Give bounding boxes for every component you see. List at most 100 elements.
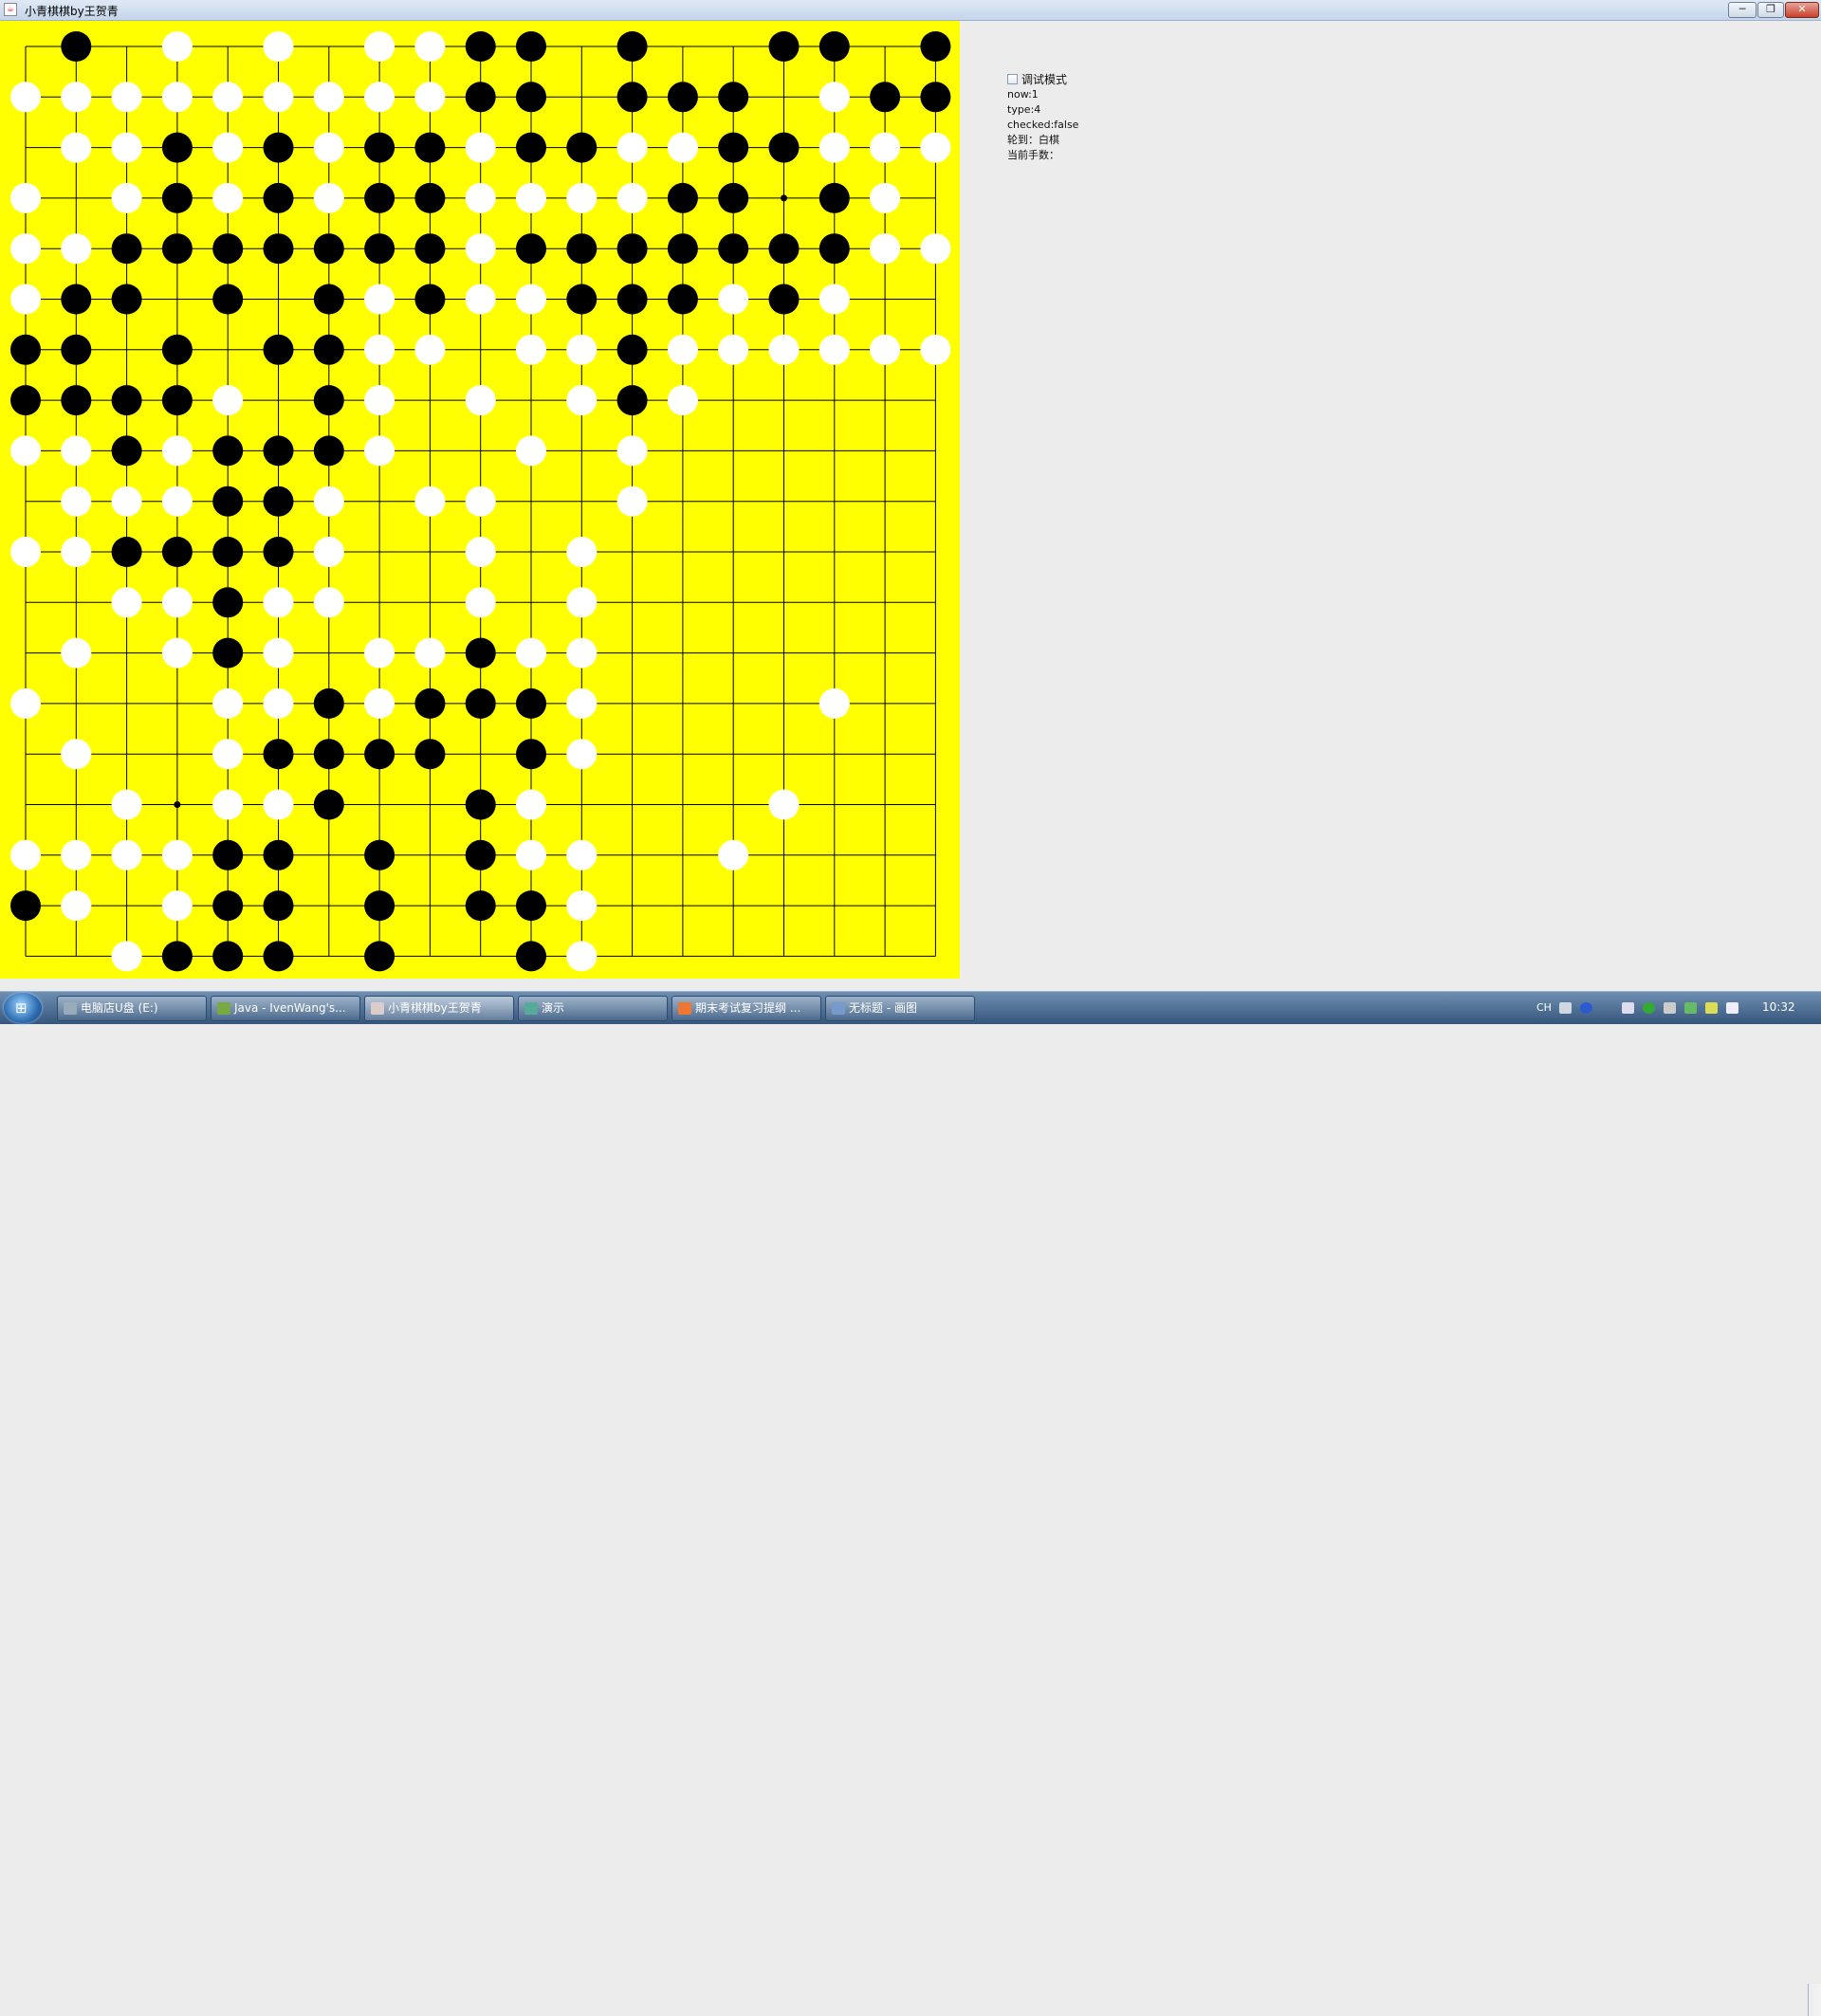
black-stone[interactable] — [516, 687, 546, 719]
black-stone[interactable] — [414, 132, 446, 163]
white-stone[interactable] — [61, 839, 92, 871]
black-stone[interactable] — [61, 334, 92, 365]
white-stone[interactable] — [718, 284, 749, 315]
white-stone[interactable] — [313, 82, 344, 113]
white-stone[interactable] — [718, 839, 749, 871]
white-stone[interactable] — [10, 82, 41, 113]
close-button[interactable]: ✕ — [1785, 2, 1819, 18]
black-stone[interactable] — [516, 31, 546, 62]
white-stone[interactable] — [364, 435, 395, 467]
white-stone[interactable] — [414, 31, 446, 62]
black-stone[interactable] — [10, 334, 41, 365]
white-stone[interactable] — [667, 385, 698, 416]
black-stone[interactable] — [263, 941, 294, 972]
black-stone[interactable] — [718, 182, 749, 213]
white-stone[interactable] — [313, 132, 344, 163]
white-stone[interactable] — [111, 941, 142, 972]
white-stone[interactable] — [414, 486, 446, 517]
black-stone[interactable] — [111, 435, 142, 467]
white-stone[interactable] — [516, 839, 546, 871]
white-stone[interactable] — [516, 284, 546, 315]
white-stone[interactable] — [616, 182, 648, 213]
go-board-area[interactable] — [0, 21, 960, 979]
black-stone[interactable] — [819, 31, 850, 62]
black-stone[interactable] — [111, 385, 142, 416]
black-stone[interactable] — [212, 587, 244, 618]
taskbar-item[interactable]: 小青棋棋by王贺青 — [364, 996, 514, 1021]
black-stone[interactable] — [61, 31, 92, 62]
black-stone[interactable] — [313, 385, 344, 416]
white-stone[interactable] — [566, 637, 598, 669]
black-stone[interactable] — [516, 890, 546, 922]
taskbar-item[interactable]: 无标题 - 画图 — [825, 996, 975, 1021]
black-stone[interactable] — [768, 233, 800, 265]
go-board[interactable] — [0, 21, 960, 979]
black-stone[interactable] — [414, 687, 446, 719]
keyboard-icon[interactable] — [1559, 1002, 1572, 1014]
white-stone[interactable] — [870, 233, 901, 265]
white-stone[interactable] — [212, 687, 244, 719]
white-stone[interactable] — [516, 789, 546, 820]
black-stone[interactable] — [212, 839, 244, 871]
white-stone[interactable] — [111, 839, 142, 871]
white-stone[interactable] — [870, 334, 901, 365]
black-stone[interactable] — [414, 284, 446, 315]
black-stone[interactable] — [263, 839, 294, 871]
black-stone[interactable] — [465, 687, 496, 719]
black-stone[interactable] — [161, 385, 193, 416]
white-stone[interactable] — [819, 132, 850, 163]
white-stone[interactable] — [313, 486, 344, 517]
white-stone[interactable] — [161, 839, 193, 871]
white-stone[interactable] — [364, 31, 395, 62]
black-stone[interactable] — [516, 132, 546, 163]
white-stone[interactable] — [616, 435, 648, 467]
black-stone[interactable] — [10, 385, 41, 416]
white-stone[interactable] — [263, 637, 294, 669]
white-stone[interactable] — [465, 233, 496, 265]
black-stone[interactable] — [616, 31, 648, 62]
show-desktop-button[interactable] — [1808, 1984, 1821, 2016]
white-stone[interactable] — [920, 334, 951, 365]
white-stone[interactable] — [161, 31, 193, 62]
black-stone[interactable] — [161, 182, 193, 213]
white-stone[interactable] — [161, 587, 193, 618]
black-stone[interactable] — [616, 82, 648, 113]
white-stone[interactable] — [566, 537, 598, 567]
white-stone[interactable] — [414, 334, 446, 365]
black-stone[interactable] — [667, 82, 698, 113]
black-stone[interactable] — [263, 890, 294, 922]
language-indicator[interactable]: CH — [1536, 1001, 1552, 1014]
black-stone[interactable] — [566, 132, 598, 163]
white-stone[interactable] — [566, 890, 598, 922]
black-stone[interactable] — [263, 182, 294, 213]
white-stone[interactable] — [313, 182, 344, 213]
debug-mode-toggle[interactable]: 调试模式 — [1007, 70, 1078, 87]
black-stone[interactable] — [566, 233, 598, 265]
maximize-button[interactable]: ❐ — [1757, 2, 1784, 18]
usb-icon[interactable] — [1664, 1002, 1676, 1014]
black-stone[interactable] — [161, 233, 193, 265]
white-stone[interactable] — [718, 334, 749, 365]
white-stone[interactable] — [414, 82, 446, 113]
white-stone[interactable] — [465, 284, 496, 315]
black-stone[interactable] — [414, 233, 446, 265]
black-stone[interactable] — [667, 233, 698, 265]
white-stone[interactable] — [768, 789, 800, 820]
white-stone[interactable] — [111, 132, 142, 163]
black-stone[interactable] — [161, 941, 193, 972]
debug-mode-label[interactable]: 调试模式 — [1021, 71, 1067, 87]
black-stone[interactable] — [364, 941, 395, 972]
black-stone[interactable] — [313, 284, 344, 315]
black-stone[interactable] — [768, 31, 800, 62]
black-stone[interactable] — [364, 890, 395, 922]
black-stone[interactable] — [263, 739, 294, 770]
white-stone[interactable] — [819, 334, 850, 365]
black-stone[interactable] — [768, 284, 800, 315]
white-stone[interactable] — [111, 587, 142, 618]
taskbar-item[interactable]: Java - IvenWang's... — [211, 996, 360, 1021]
white-stone[interactable] — [364, 385, 395, 416]
white-stone[interactable] — [10, 839, 41, 871]
black-stone[interactable] — [313, 334, 344, 365]
black-stone[interactable] — [61, 284, 92, 315]
white-stone[interactable] — [364, 82, 395, 113]
